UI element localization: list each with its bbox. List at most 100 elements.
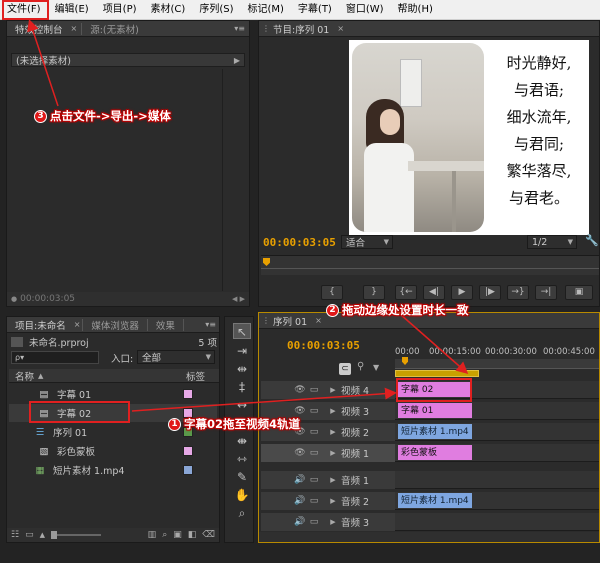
expand-triangle-icon[interactable]: ▶	[327, 476, 339, 484]
col-name[interactable]: 名称	[15, 369, 34, 383]
timeline-clip[interactable]: 字幕 01	[397, 402, 473, 419]
lock-toggle-icon[interactable]: ▭	[307, 475, 321, 485]
export-frame-button[interactable]: ▣	[565, 285, 593, 300]
track-select-tool-icon[interactable]: ⇥	[233, 343, 251, 359]
expand-triangle-icon[interactable]: ▶	[327, 407, 339, 415]
timeline-clip[interactable]: 彩色蒙板	[397, 444, 473, 461]
track-header[interactable]: 🔊 ▭ ▶ 音频 3	[261, 513, 395, 531]
track-header[interactable]: 👁 ▭ ▶ 视频 4	[261, 381, 395, 399]
find-icon[interactable]: ⌕	[162, 530, 167, 540]
program-timecode[interactable]: 00:00:03:05	[263, 236, 336, 249]
zoom-tool-icon[interactable]: ⌕	[233, 505, 251, 521]
tab-program[interactable]: 节目:序列 01	[270, 22, 337, 36]
program-scrubber[interactable]	[261, 255, 599, 275]
page-dropdown[interactable]: 1/2 ▼	[527, 235, 577, 249]
go-to-in-button[interactable]: {←	[395, 285, 417, 300]
automate-icon[interactable]: ▥	[148, 530, 157, 540]
tab-source[interactable]: 源:(无素材)	[82, 22, 147, 36]
label-swatch[interactable]	[183, 389, 193, 399]
zoom-out-icon[interactable]: ▲	[40, 531, 45, 539]
track-header[interactable]: 👁 ▭ ▶ 视频 1	[261, 444, 395, 462]
timeline-timecode[interactable]: 00:00:03:05	[287, 339, 360, 352]
panel-menu-icon[interactable]: ▾≡	[205, 320, 216, 329]
timeline-clip[interactable]: 短片素材 1.mp4 [音	[397, 492, 473, 509]
slip-tool-icon[interactable]: ⇼	[233, 433, 251, 449]
tab-project-1[interactable]: 媒体浏览器	[83, 318, 147, 332]
close-icon[interactable]: ×	[74, 320, 81, 329]
play-button[interactable]: ▶	[451, 285, 473, 300]
expand-triangle-icon[interactable]: ▶	[327, 518, 339, 526]
timeline-clip[interactable]: 短片素材 1.mp4 [视	[397, 423, 473, 440]
lock-toggle-icon[interactable]: ▭	[307, 496, 321, 506]
hand-tool-icon[interactable]: ✋	[233, 487, 251, 503]
ripple-edit-tool-icon[interactable]: ⇹	[233, 361, 251, 377]
expand-triangle-icon[interactable]: ▶	[327, 497, 339, 505]
list-item[interactable]: ▧ 彩色蒙板	[9, 442, 217, 460]
expand-triangle-icon[interactable]: ▶	[327, 386, 339, 394]
work-area-bar[interactable]	[395, 370, 479, 377]
tab-project-0[interactable]: 项目:未命名	[7, 318, 74, 332]
track-header[interactable]: 🔊 ▭ ▶ 音频 2	[261, 492, 395, 510]
list-item[interactable]: ▦ 短片素材 1.mp4	[9, 461, 217, 479]
speaker-icon[interactable]: 🔊	[293, 517, 307, 527]
expand-triangle-icon[interactable]: ▶	[327, 449, 339, 457]
label-swatch[interactable]	[183, 465, 193, 475]
insert-button[interactable]: →|	[535, 285, 557, 300]
in-dropdown[interactable]: 全部 ▼	[137, 350, 215, 364]
menu-item-6[interactable]: 字幕(T)	[291, 0, 339, 20]
close-icon[interactable]: ×	[71, 24, 78, 33]
eye-icon[interactable]: 👁	[293, 406, 307, 416]
menu-item-8[interactable]: 帮助(H)	[391, 0, 440, 20]
fit-dropdown[interactable]: 适合 ▼	[341, 235, 393, 249]
tab-sequence[interactable]: 序列 01	[270, 314, 315, 328]
rolling-edit-tool-icon[interactable]: ‡	[233, 379, 251, 395]
timeline-ruler[interactable]	[395, 359, 599, 369]
menu-item-3[interactable]: 素材(C)	[144, 0, 193, 20]
menu-item-4[interactable]: 序列(S)	[192, 0, 240, 20]
tab-effect-controls[interactable]: 特效控制台	[7, 22, 71, 36]
slide-tool-icon[interactable]: ⇿	[233, 451, 251, 467]
speaker-icon[interactable]: 🔊	[293, 496, 307, 506]
playhead-marker[interactable]	[263, 258, 270, 266]
wrench-icon[interactable]: 🔧	[585, 234, 599, 247]
list-view-icon[interactable]: ☷	[11, 530, 19, 540]
eye-icon[interactable]: 👁	[293, 385, 307, 395]
add-marker-icon[interactable]: ▼	[373, 363, 379, 372]
col-label[interactable]: 标签	[186, 369, 205, 383]
eye-icon[interactable]: 👁	[293, 448, 307, 458]
search-input[interactable]: ρ▾	[11, 351, 99, 364]
menu-item-2[interactable]: 项目(P)	[96, 0, 144, 20]
close-icon[interactable]: ×	[315, 316, 322, 325]
rate-stretch-tool-icon[interactable]: ↔	[233, 397, 251, 413]
menu-item-7[interactable]: 窗口(W)	[339, 0, 391, 20]
menu-item-5[interactable]: 标记(M)	[240, 0, 290, 20]
scroll-icons[interactable]: ◀ ▶	[232, 295, 245, 303]
tab-project-2[interactable]: 效果	[148, 318, 183, 332]
lock-toggle-icon[interactable]: ▭	[307, 448, 321, 458]
lock-toggle-icon[interactable]: ▭	[307, 385, 321, 395]
new-item-icon[interactable]: ◧	[188, 530, 197, 540]
play-arrow-icon[interactable]: ▶	[234, 56, 240, 65]
label-swatch[interactable]	[183, 446, 193, 456]
mark-in-button[interactable]: {	[321, 285, 343, 300]
marker-icon[interactable]: ⚲	[357, 361, 364, 372]
go-to-out-button[interactable]: →}	[507, 285, 529, 300]
speaker-icon[interactable]: 🔊	[293, 475, 307, 485]
menu-item-1[interactable]: 编辑(E)	[48, 0, 96, 20]
mark-out-button[interactable]: }	[363, 285, 385, 300]
close-icon[interactable]: ×	[337, 24, 344, 33]
lock-toggle-icon[interactable]: ▭	[307, 406, 321, 416]
step-back-button[interactable]: ◀|	[423, 285, 445, 300]
delete-icon[interactable]: ⌫	[202, 530, 215, 540]
expand-triangle-icon[interactable]: ▶	[327, 428, 339, 436]
snap-icon[interactable]: ⊂	[339, 363, 351, 375]
track-header[interactable]: 🔊 ▭ ▶ 音频 1	[261, 471, 395, 489]
lock-toggle-icon[interactable]: ▭	[307, 517, 321, 527]
zoom-slider[interactable]	[50, 531, 101, 539]
lock-toggle-icon[interactable]: ▭	[307, 427, 321, 437]
step-forward-button[interactable]: |▶	[479, 285, 501, 300]
panel-menu-icon[interactable]: ▾≡	[234, 24, 245, 33]
new-bin-icon[interactable]: ▣	[173, 530, 182, 540]
icon-view-icon[interactable]: ▭	[25, 530, 34, 540]
pen-tool-icon[interactable]: ✎	[233, 469, 251, 485]
